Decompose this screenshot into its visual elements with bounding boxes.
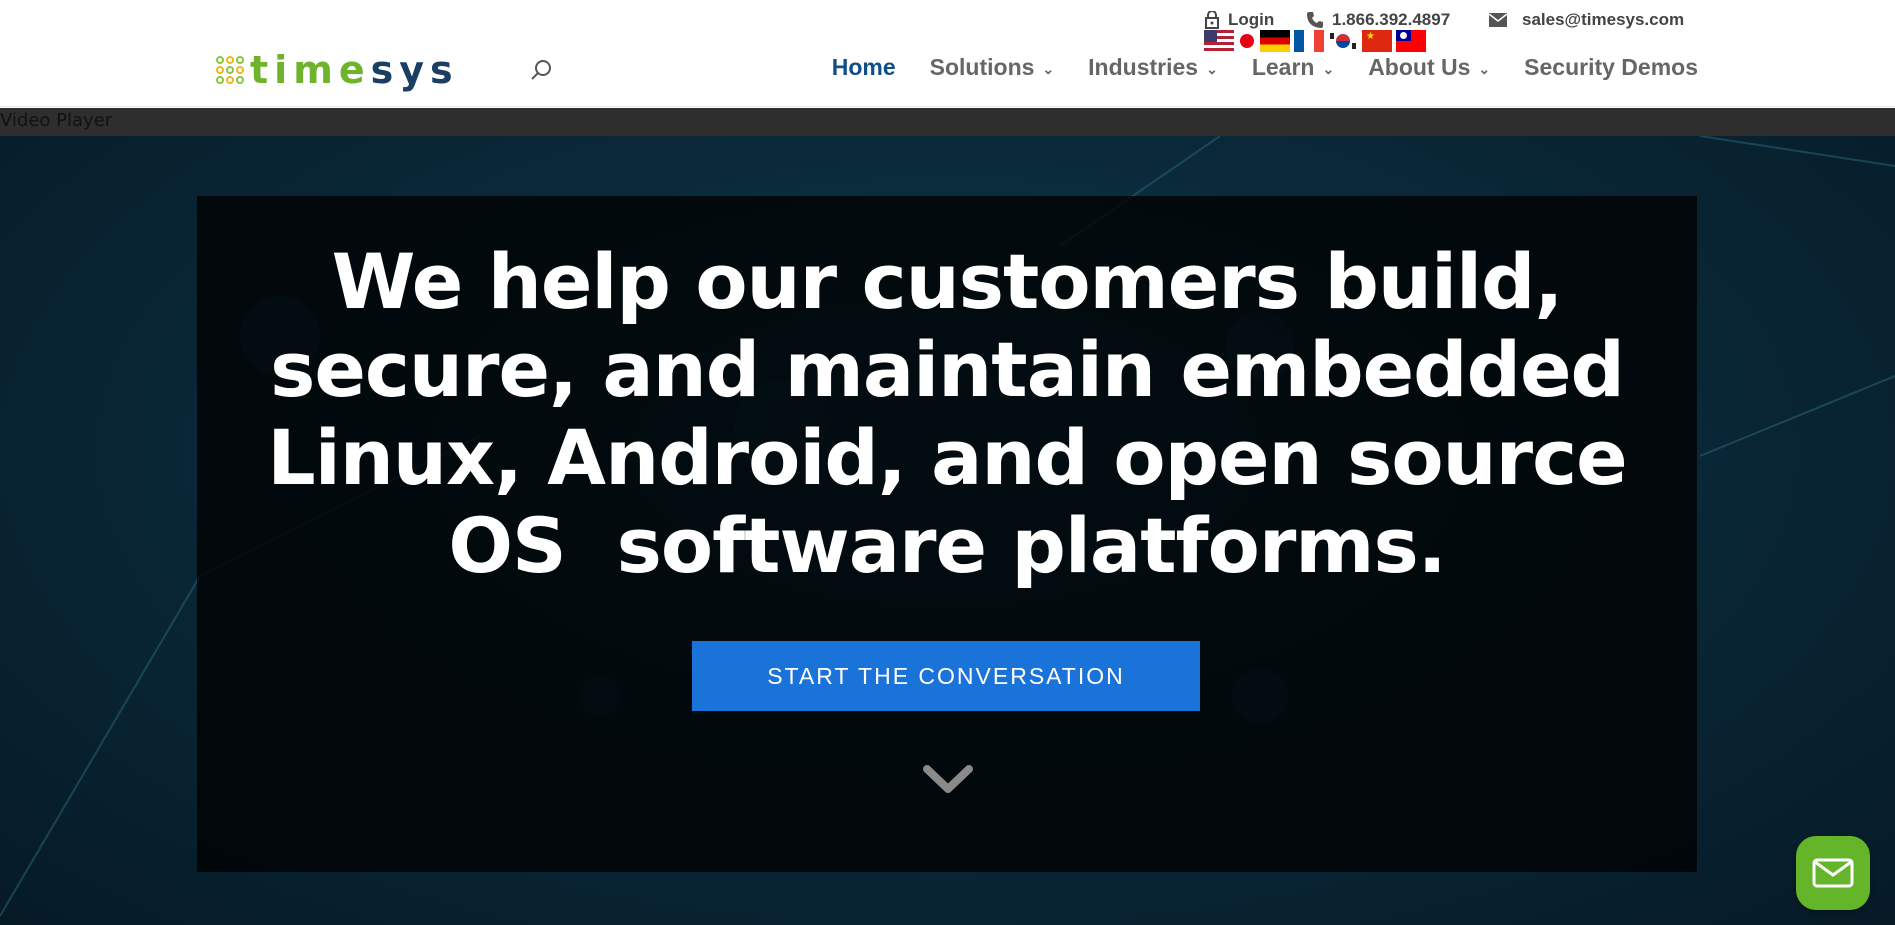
logo-dots-icon <box>216 56 244 84</box>
video-player-bar <box>0 108 1895 136</box>
nav-item-label: Learn <box>1251 54 1315 80</box>
nav-item-solutions[interactable]: Solutions ⌄ <box>930 54 1055 81</box>
china-flag-icon[interactable]: ★ <box>1362 30 1392 52</box>
nav-item-label: About Us <box>1368 54 1471 80</box>
logo-letter: s <box>370 48 400 92</box>
nav-item-security-demos[interactable]: Security Demos <box>1524 54 1698 81</box>
france-flag-icon[interactable] <box>1294 30 1324 52</box>
nav-item-label: Solutions <box>929 54 1035 80</box>
hero-section: We help our customers build, secure, and … <box>0 136 1895 925</box>
phone-link[interactable]: 1.866.392.4897 <box>1306 8 1450 32</box>
us-flag-icon[interactable] <box>1204 30 1234 52</box>
germany-flag-icon[interactable] <box>1260 30 1290 52</box>
language-switcher: ★ <box>1204 30 1426 52</box>
logo-letter: e <box>338 48 371 92</box>
nav-item-industries[interactable]: Industries ⌄ <box>1088 54 1218 81</box>
taiwan-flag-icon[interactable] <box>1396 30 1426 52</box>
hero-headline-line: We help our customers build, <box>331 237 1564 326</box>
page: timesys Login 1.866.392.4897 sales@times… <box>0 0 1895 925</box>
logo-letter: i <box>274 48 294 92</box>
nav-item-label: Home <box>831 54 896 80</box>
chevron-down-icon: ⌄ <box>1322 61 1335 77</box>
japan-flag-icon[interactable] <box>1238 30 1256 52</box>
nav-item-label: Industries <box>1088 54 1199 80</box>
hero-overlay-box: We help our customers build, secure, and … <box>197 196 1697 872</box>
main-navigation: Home Solutions ⌄ Industries ⌄ Learn ⌄ About Us ⌄… <box>832 54 1698 81</box>
site-header: timesys Login 1.866.392.4897 sales@times… <box>0 0 1895 107</box>
search-icon[interactable] <box>530 58 554 82</box>
login-link[interactable]: Login <box>1204 8 1274 32</box>
nav-item-about-us[interactable]: About Us ⌄ <box>1368 54 1490 81</box>
logo-wordmark: timesys <box>250 48 459 92</box>
envelope-icon <box>1488 13 1508 27</box>
phone-icon <box>1307 12 1323 28</box>
hero-headline: We help our customers build, secure, and … <box>257 238 1637 590</box>
email-link[interactable]: sales@timesys.com <box>1488 8 1684 32</box>
korea-flag-icon[interactable] <box>1328 30 1358 52</box>
hero-headline-line: OS software platforms. <box>448 501 1446 590</box>
chevron-down-icon[interactable] <box>923 761 973 797</box>
envelope-icon <box>1812 858 1854 888</box>
login-label: Login <box>1228 10 1275 29</box>
chevron-down-icon: ⌄ <box>1206 61 1218 77</box>
logo-letter: t <box>250 48 275 92</box>
nav-item-learn[interactable]: Learn ⌄ <box>1252 54 1334 81</box>
chat-widget-button[interactable] <box>1796 836 1870 910</box>
nav-item-label: Security Demos <box>1524 54 1698 80</box>
email-address: sales@timesys.com <box>1522 10 1685 29</box>
start-conversation-button[interactable]: START THE CONVERSATION <box>692 641 1200 711</box>
hero-headline-line: secure, and maintain embedded <box>270 325 1625 414</box>
timesys-logo[interactable]: timesys <box>216 46 459 94</box>
chevron-down-icon: ⌄ <box>1478 61 1491 77</box>
logo-letter: s <box>430 48 459 92</box>
logo-letter: m <box>293 48 339 92</box>
hero-headline-line: Linux, Android, and open source <box>267 413 1627 502</box>
nav-item-home[interactable]: Home <box>832 54 896 81</box>
chevron-down-icon: ⌄ <box>1042 61 1055 77</box>
logo-letter: y <box>399 48 430 92</box>
phone-number: 1.866.392.4897 <box>1332 10 1451 29</box>
video-player-label: Video Player <box>0 110 113 131</box>
lock-icon <box>1205 11 1219 29</box>
